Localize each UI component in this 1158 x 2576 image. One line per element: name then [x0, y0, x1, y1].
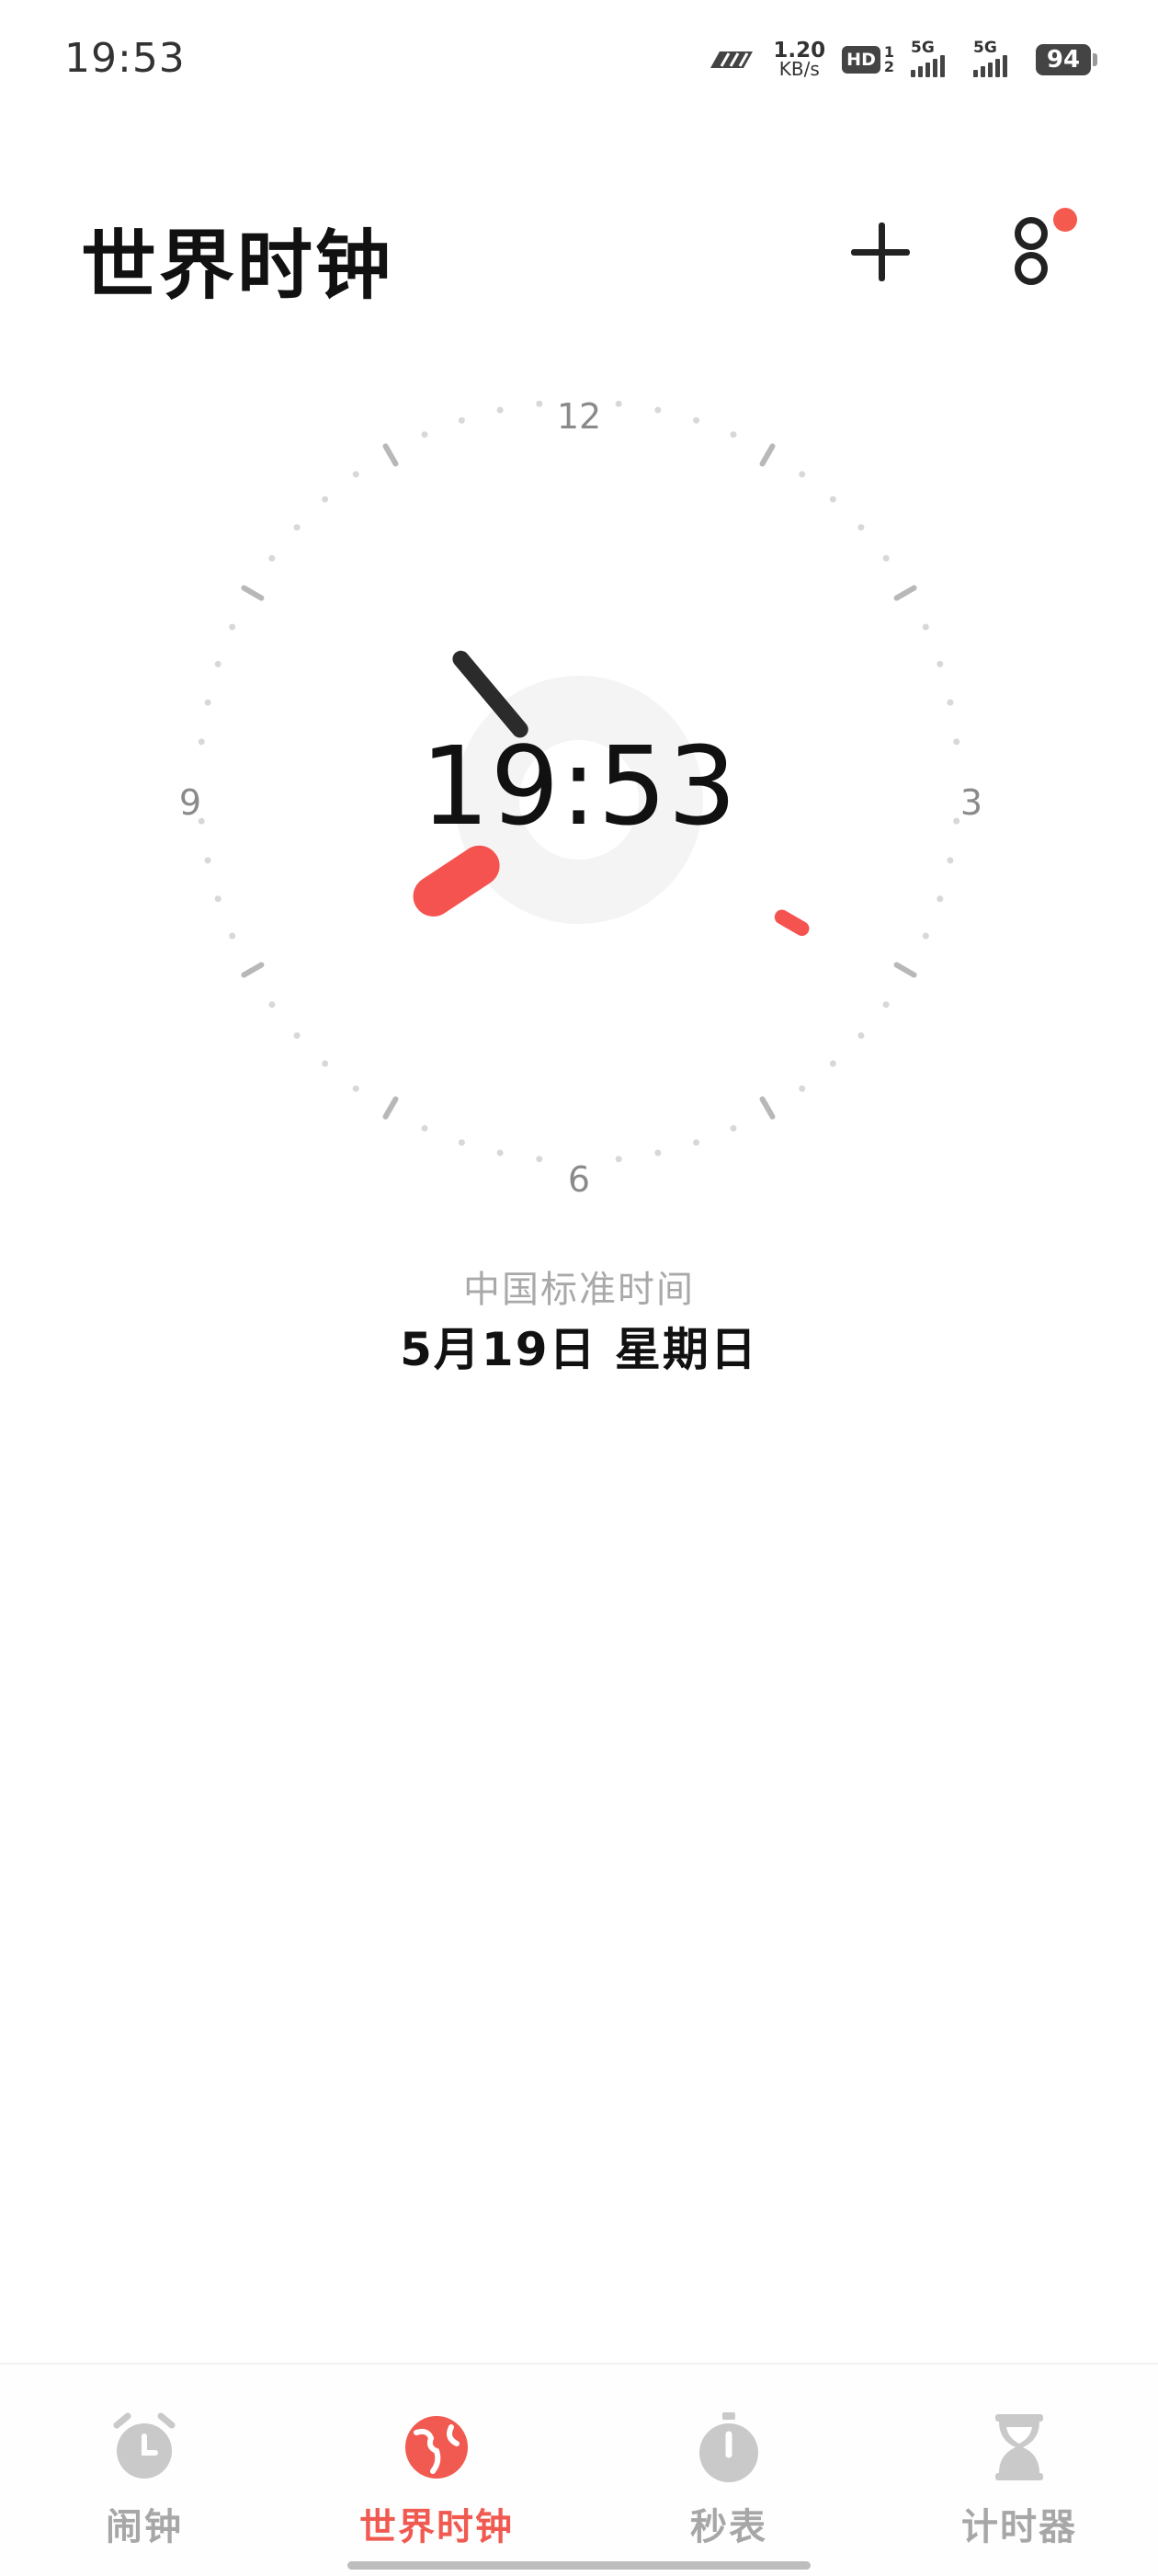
minute-tick — [922, 623, 929, 631]
hourglass-icon — [982, 2411, 1056, 2484]
globe-icon — [400, 2411, 473, 2484]
tab-stopwatch-label: 秒表 — [690, 2506, 767, 2548]
more-icon — [1015, 217, 1048, 250]
minute-tick — [730, 431, 737, 439]
minute-tick — [458, 416, 465, 424]
hour-tick — [893, 585, 917, 601]
signal-sim1-icon: 5G — [911, 39, 957, 77]
minute-tick — [799, 1085, 806, 1092]
minute-tick — [937, 660, 944, 667]
hd-sim-indicator: 1 2 — [883, 43, 894, 75]
hour-tick — [241, 585, 265, 601]
page-title: 世界时钟 — [81, 222, 394, 310]
minute-tick — [829, 496, 836, 503]
alarm-clock-icon — [108, 2411, 181, 2484]
stopwatch-icon — [692, 2411, 766, 2484]
tab-timer[interactable]: 计时器 — [909, 2411, 1130, 2558]
minute-tick — [615, 1156, 622, 1163]
status-icons: 1.20 KB/s HD 1 2 5G 5G 94 — [705, 37, 1097, 83]
signal-sim2-icon: 5G — [973, 39, 1019, 77]
minute-tick — [654, 406, 662, 414]
minute-tick — [857, 1032, 865, 1039]
tab-world-clock-label: 世界时钟 — [359, 2506, 514, 2548]
minute-tick — [882, 554, 890, 562]
digital-time: 19:53 — [420, 723, 738, 849]
minute-tick — [496, 1149, 504, 1157]
minute-tick — [654, 1149, 662, 1157]
bottom-nav: 闹钟 世界时钟 秒表 计时器 — [0, 2363, 1158, 2576]
minute-tick — [293, 1032, 301, 1039]
minute-tick — [937, 895, 944, 903]
status-time: 19:53 — [64, 35, 186, 82]
minute-tick — [421, 431, 428, 439]
minute-tick — [322, 1060, 329, 1067]
more-options-button[interactable] — [1002, 208, 1077, 291]
minute-tick — [229, 623, 236, 631]
minute-tick — [693, 416, 700, 424]
hour-tick — [382, 443, 399, 467]
minute-tick — [204, 857, 211, 864]
minute-tick — [421, 1124, 428, 1132]
minute-tick — [214, 895, 221, 903]
minute-tick — [799, 471, 806, 478]
minute-tick — [947, 857, 954, 864]
minute-tick — [352, 1085, 359, 1092]
tab-alarm[interactable]: 闹钟 — [34, 2411, 255, 2558]
minute-tick — [857, 524, 865, 531]
hour-tick — [759, 1096, 776, 1120]
minute-tick — [268, 1001, 276, 1009]
tab-stopwatch[interactable]: 秒表 — [619, 2411, 839, 2558]
minute-tick — [829, 1060, 836, 1067]
tab-alarm-label: 闹钟 — [106, 2506, 183, 2548]
hd-voice-badge: HD — [842, 46, 880, 74]
numeral-6: 6 — [568, 1159, 590, 1195]
minute-tick — [693, 1139, 700, 1146]
minute-tick — [615, 400, 622, 407]
notification-dot — [1053, 208, 1077, 232]
battery-icon: 94 — [1036, 44, 1097, 75]
minute-tick — [322, 496, 329, 503]
minute-tick — [268, 554, 276, 562]
minute-tick — [882, 1001, 890, 1009]
minute-tick — [352, 471, 359, 478]
minute-tick — [214, 660, 221, 667]
minute-tick — [229, 932, 236, 940]
home-indicator[interactable] — [347, 2561, 811, 2570]
nfc-icon — [710, 51, 754, 68]
tab-timer-label: 计时器 — [961, 2506, 1077, 2548]
minute-tick — [496, 406, 504, 414]
date-label: 5月19日 星期日 — [400, 1323, 758, 1376]
minute-tick — [293, 524, 301, 531]
minute-tick — [922, 932, 929, 940]
minute-tick — [730, 1124, 737, 1132]
numeral-12: 12 — [557, 396, 601, 437]
add-city-button[interactable] — [846, 217, 915, 287]
hour-tick — [893, 962, 917, 978]
timezone-label: 中国标准时间 — [463, 1269, 695, 1311]
minute-tick — [947, 699, 954, 706]
analog-clock: 12 3 6 9 19:53 — [165, 368, 993, 1195]
minute-tick — [204, 699, 211, 706]
minute-tick — [458, 1139, 465, 1146]
hour-hand — [413, 845, 500, 917]
network-speed: 1.20 KB/s — [773, 39, 826, 80]
tab-world-clock[interactable]: 世界时钟 — [326, 2411, 547, 2558]
minute-tick — [536, 1156, 543, 1163]
hour-tick — [382, 1096, 399, 1120]
status-bar: 19:53 1.20 KB/s HD 1 2 5G 5G 94 — [0, 0, 1158, 120]
second-hand — [774, 909, 810, 936]
minute-tick — [536, 400, 543, 407]
hour-tick — [241, 962, 265, 978]
hour-tick — [759, 443, 776, 467]
